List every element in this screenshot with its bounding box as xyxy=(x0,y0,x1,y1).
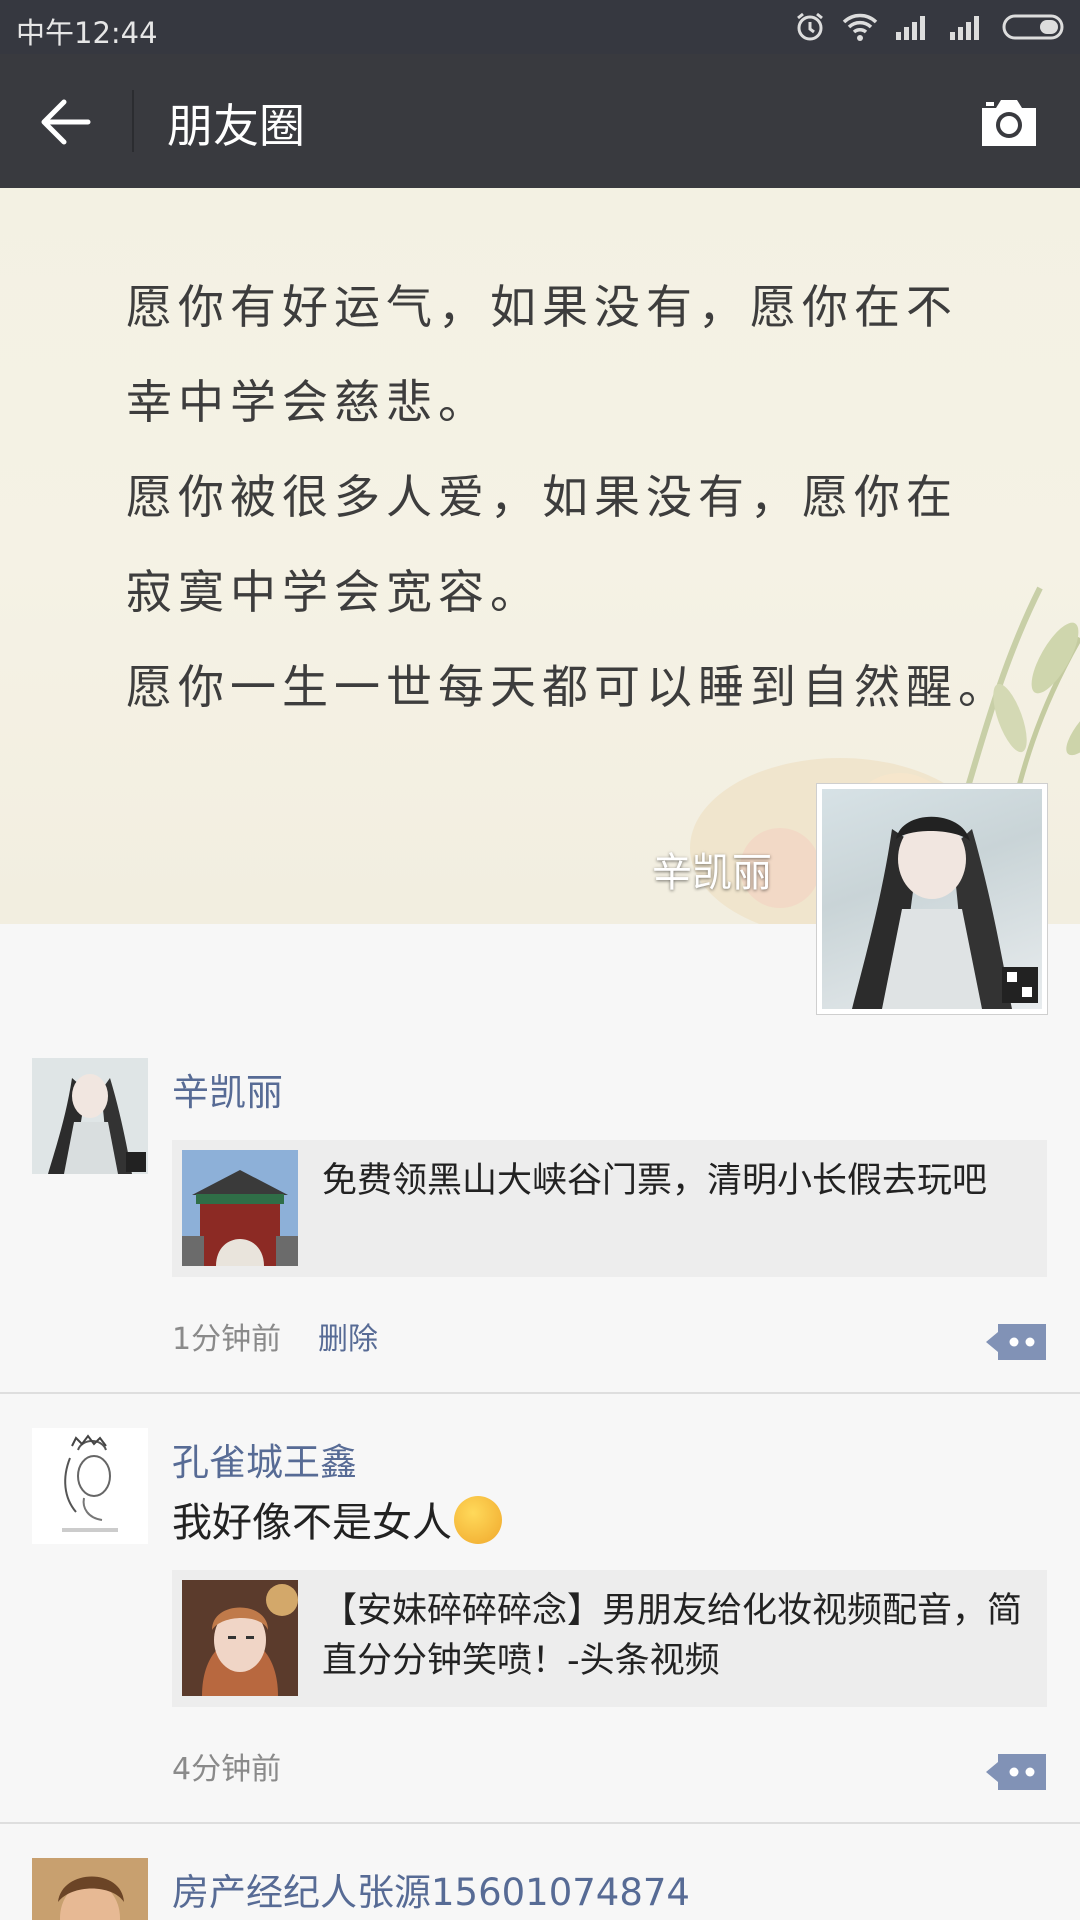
status-time: 中午12:44 xyxy=(16,16,158,50)
shared-link-card[interactable]: 【安妹碎碎碎念】男朋友给化妆视频配音，简直分分钟笑喷！-头条视频 xyxy=(172,1570,1047,1707)
alarm-icon xyxy=(797,12,823,41)
shared-link-card[interactable]: 免费领黑山大峡谷门票，清明小长假去玩吧 xyxy=(172,1140,1047,1277)
author-avatar[interactable] xyxy=(32,1058,148,1174)
post-text-content: 我好像不是女人 xyxy=(172,1500,452,1546)
post-divider xyxy=(0,1822,1080,1824)
portrait-photo xyxy=(32,1858,148,1920)
camera-icon[interactable] xyxy=(978,96,1040,148)
author-name[interactable]: 辛凯丽 xyxy=(172,1062,283,1116)
nav-divider xyxy=(132,90,134,152)
quote-line: 愿你被很多人爱，如果没有，愿你在 xyxy=(126,470,958,524)
cover-quote: 愿你有好运气，如果没有，愿你在不 幸中学会慈悲。 愿你被很多人爱，如果没有，愿你… xyxy=(126,260,1026,735)
author-avatar[interactable] xyxy=(32,1858,148,1920)
link-title: 【安妹碎碎碎念】男朋友给化妆视频配音，简直分分钟笑喷！-头条视频 xyxy=(322,1591,1023,1681)
comment-menu-icon[interactable] xyxy=(986,1752,1046,1792)
link-thumbnail xyxy=(182,1580,298,1696)
post-text: 我好像不是女人 xyxy=(172,1490,502,1548)
post-divider xyxy=(0,1392,1080,1394)
quote-line: 愿你有好运气，如果没有，愿你在不 xyxy=(126,280,958,334)
cover-owner-name[interactable]: 辛凯丽 xyxy=(652,840,772,898)
back-arrow-icon[interactable] xyxy=(36,92,96,152)
link-title: 免费领黑山大峡谷门票，清明小长假去玩吧 xyxy=(322,1161,988,1201)
nav-bar: 朋友圈 xyxy=(0,54,1080,188)
status-icons xyxy=(794,10,1068,44)
status-bar: 中午12:44 xyxy=(0,0,1080,54)
moment-post: 孔雀城王鑫 我好像不是女人 【安妹碎碎碎念】男朋友给化妆视频配音，简直分分钟笑喷… xyxy=(0,1418,1080,1818)
author-name[interactable]: 孔雀城王鑫 xyxy=(172,1432,357,1486)
link-thumbnail xyxy=(182,1150,298,1266)
post-time: 1分钟前 xyxy=(172,1322,282,1357)
sketch-portrait-illustration xyxy=(62,1434,118,1532)
comment-menu-icon[interactable] xyxy=(986,1322,1046,1362)
page-title: 朋友圈 xyxy=(167,99,305,153)
post-time: 4分钟前 xyxy=(172,1752,282,1787)
portrait-illustration xyxy=(48,1074,146,1174)
battery-icon xyxy=(1002,14,1064,40)
crying-laughing-emoji-icon xyxy=(454,1496,502,1544)
author-name[interactable]: 房产经纪人张源15601074874 xyxy=(172,1862,690,1916)
profile-avatar[interactable] xyxy=(816,783,1048,1015)
moment-post: 房产经纪人张源15601074874 xyxy=(0,1848,1080,1920)
quote-line: 幸中学会慈悲。 xyxy=(126,375,490,429)
signal-icon-2 xyxy=(950,16,979,40)
quote-line: 愿你一生一世每天都可以睡到自然醒。 xyxy=(126,660,1010,714)
wifi-icon xyxy=(842,13,878,41)
author-avatar[interactable] xyxy=(32,1428,148,1544)
delete-button[interactable]: 删除 xyxy=(318,1314,378,1358)
signal-icon-1 xyxy=(896,16,925,40)
quote-line: 寂寞中学会宽容。 xyxy=(126,565,542,619)
moment-post: 辛凯丽 免费领黑山大峡谷门票，清明小长假去玩吧 1分钟前 删除 xyxy=(0,1048,1080,1388)
portrait-illustration xyxy=(852,816,1038,1009)
